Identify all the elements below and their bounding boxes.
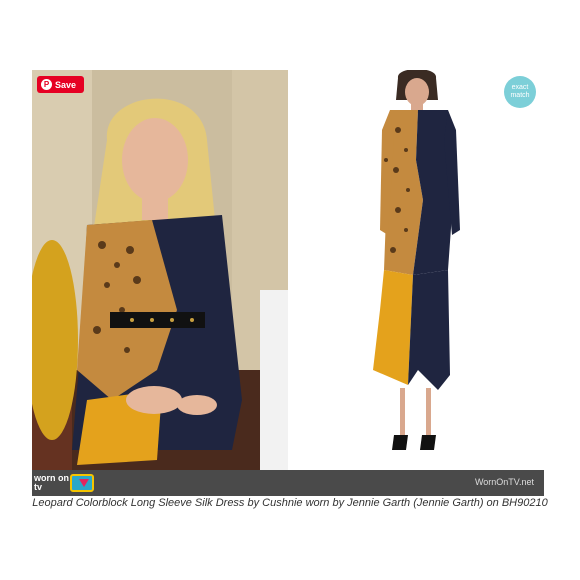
- product-photo[interactable]: [288, 70, 544, 470]
- screencap-photo[interactable]: P Save: [32, 70, 288, 470]
- worn-on-tv-logo[interactable]: worn on tv: [34, 472, 96, 494]
- pinterest-save-button[interactable]: P Save: [37, 76, 85, 93]
- footer-watermark: WornOnTV.net: [474, 477, 534, 487]
- tv-icon: [70, 474, 94, 492]
- exact-match-badge: exact match: [504, 76, 536, 108]
- logo-text: worn on tv: [34, 473, 69, 492]
- pinterest-icon: P: [41, 79, 52, 90]
- outfit-card: P Save worn on tv WornOnTV.net: [32, 70, 544, 496]
- image-caption: Leopard Colorblock Long Sleeve Silk Dres…: [32, 497, 548, 509]
- dress-product-illustration: [288, 70, 544, 470]
- footer-bar: worn on tv WornOnTV.net: [32, 470, 544, 496]
- save-label: Save: [55, 79, 77, 90]
- actress-photo-illustration: [32, 70, 288, 470]
